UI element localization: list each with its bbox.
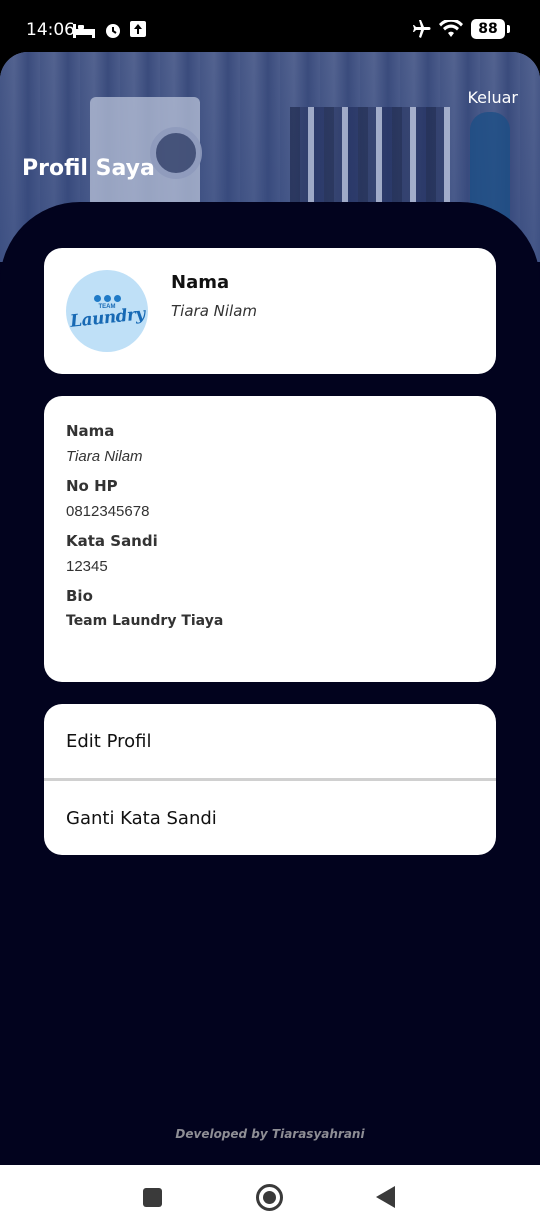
avatar: TEAM Laundry [66,270,148,352]
detail-phone-label: No HP [66,477,118,495]
profile-name-value: Tiara Nilam [171,302,258,320]
machine-drum-image [150,127,202,179]
status-time: 14:06 [26,20,75,40]
page-title: Profil Saya [22,156,155,181]
upload-icon [130,21,146,37]
logout-button[interactable]: Keluar [467,88,518,107]
detail-name-label: Nama [66,422,115,440]
detail-bio-label: Bio [66,587,93,605]
battery-indicator: 88 [471,19,505,39]
airplane-icon [413,20,431,38]
back-icon[interactable] [376,1186,395,1208]
developer-credit: Developed by Tiarasyahrani [175,1127,365,1141]
system-nav-bar [0,1165,540,1230]
bed-icon [73,24,95,38]
bubbles-icon [93,294,121,302]
detail-phone-value: 0812345678 [66,503,150,520]
home-icon[interactable] [256,1184,283,1211]
change-password-button[interactable]: Ganti Kata Sandi [44,781,496,855]
alarm-icon [106,24,120,38]
profile-summary-card: TEAM Laundry Nama Tiara Nilam [44,248,496,374]
wifi-icon [439,20,463,37]
detail-password-label: Kata Sandi [66,532,158,550]
profile-name-label: Nama [171,272,230,293]
detail-bio-value: Team Laundry Tiaya [66,613,224,629]
recent-apps-icon[interactable] [143,1188,162,1207]
profile-actions-card: Edit Profil Ganti Kata Sandi [44,704,496,855]
app-screen: Keluar Profil Saya TEAM Laundry Nama Tia… [0,52,540,1165]
detail-password-value: 12345 [66,558,108,575]
detail-name-value: Tiara Nilam [66,448,143,465]
battery-tip [507,25,510,33]
profile-details-card: Nama Tiara Nilam No HP 0812345678 Kata S… [44,396,496,682]
edit-profile-button[interactable]: Edit Profil [44,704,496,778]
status-bar: 14:06 88 [0,0,540,52]
avatar-logo-text: Laundry [68,303,146,332]
